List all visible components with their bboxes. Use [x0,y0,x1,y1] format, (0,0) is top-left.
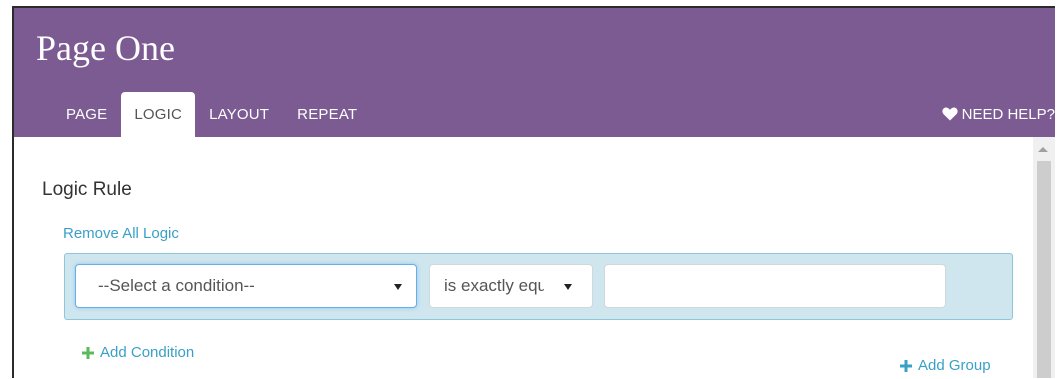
logic-rule-heading: Logic Rule [42,179,132,200]
tab-page[interactable]: PAGE [66,92,121,137]
page-editor-panel: Page One PAGE LOGIC LAYOUT REPEAT NEED H… [12,6,1055,378]
page-title: Page One [36,28,175,68]
condition-row: --Select a condition-- is exactly equal … [64,253,1013,320]
remove-all-logic-link[interactable]: Remove All Logic [63,225,179,242]
tab-logic[interactable]: LOGIC [121,92,196,137]
dropdown-caret-icon [564,284,572,290]
logic-panel: Logic Rule Remove All Logic --Select a c… [14,137,1034,378]
tab-repeat[interactable]: REPEAT [283,92,371,137]
tab-layout[interactable]: LAYOUT [195,92,283,137]
plus-icon [82,346,94,359]
scrollbar-thumb[interactable] [1037,161,1051,378]
tab-bar: PAGE LOGIC LAYOUT REPEAT [66,92,371,137]
operator-select-value: is exactly equal to [444,276,544,295]
header-bar: Page One PAGE LOGIC LAYOUT REPEAT NEED H… [14,8,1055,137]
condition-select[interactable]: --Select a condition-- [75,264,417,308]
scroll-up-arrow-icon[interactable] [1038,147,1048,152]
add-condition-label: Add Condition [100,344,195,361]
vertical-scrollbar[interactable] [1033,137,1055,378]
condition-value-input[interactable] [604,264,946,308]
heart-icon [942,107,958,121]
condition-select-value: --Select a condition-- [98,276,255,295]
dropdown-caret-icon [394,284,402,290]
need-help-label: NEED HELP? [961,105,1055,123]
plus-icon [900,359,912,372]
add-group-link[interactable]: Add Group [900,357,991,374]
add-condition-link[interactable]: Add Condition [82,344,194,361]
add-group-label: Add Group [918,357,991,374]
need-help-link[interactable]: NEED HELP? [942,102,1055,126]
operator-select[interactable]: is exactly equal to [429,264,593,308]
